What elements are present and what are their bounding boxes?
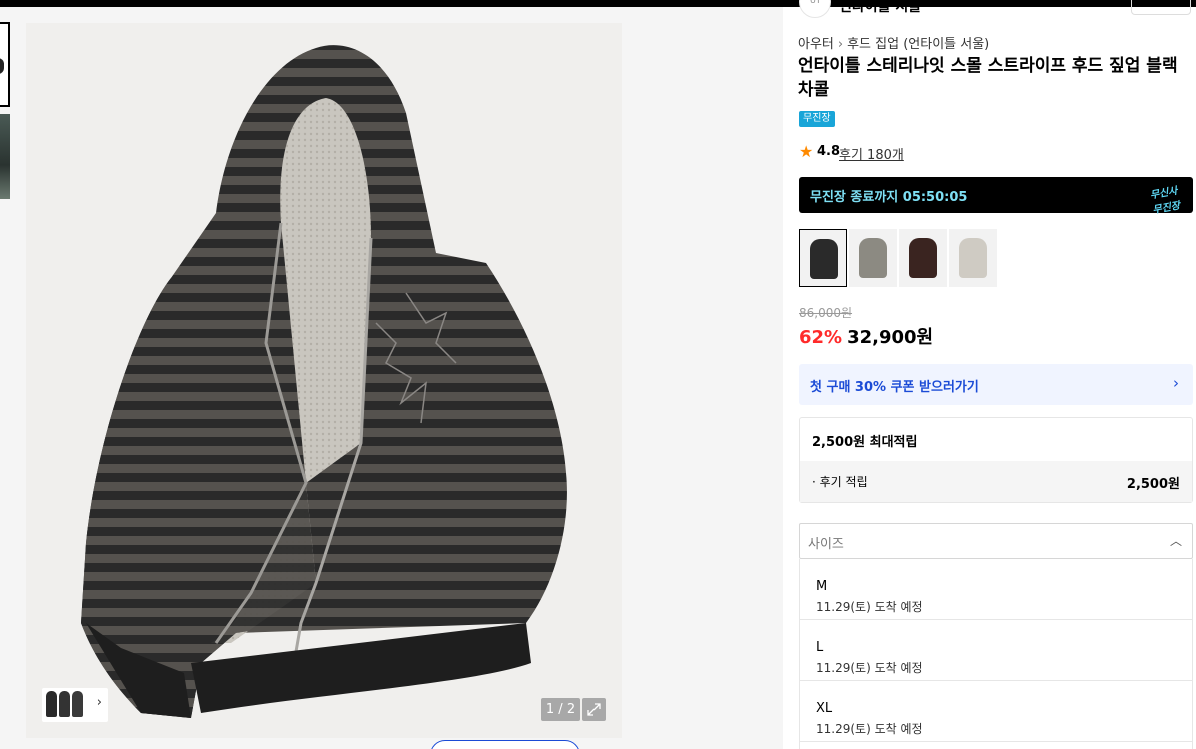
size-option[interactable]: XL 11.29(토) 도착 예정 [800, 681, 1192, 742]
size-select-placeholder: 사이즈 [808, 537, 844, 552]
chevron-up-icon: ︿ [1169, 534, 1182, 548]
size-option[interactable]: M 11.29(토) 도착 예정 [800, 559, 1192, 620]
breadcrumb-item[interactable]: 후드 집업 (언타이틀 서울) [847, 37, 989, 52]
brand-name[interactable]: 언타이틀 서울 [839, 0, 921, 16]
image-thumbnail-strip[interactable]: › [42, 688, 108, 722]
swatch-gray[interactable] [849, 229, 897, 287]
points-value: 2,500원 [1126, 477, 1180, 492]
reviews-link[interactable]: 후기 180개 [839, 144, 904, 163]
discount-rate: 62% [799, 327, 843, 348]
points-header: 2,500원 최대적립 [812, 435, 918, 450]
original-price: 86,000원 [799, 306, 853, 320]
swatch-ivory[interactable] [949, 229, 997, 287]
points-label: · 후기 적립 [812, 475, 868, 489]
product-title: 언타이틀 스테리나잇 스몰 스트라이프 후드 짚업 블랙 차콜 [798, 56, 1178, 100]
main-product-image[interactable] [26, 23, 622, 738]
chevron-right-icon[interactable]: › [97, 695, 102, 710]
breadcrumb-item[interactable]: 아우터 [798, 37, 834, 52]
event-logo: 무신사 무진장 [1149, 185, 1182, 217]
points-row: · 후기 적립 2,500원 [800, 461, 1192, 502]
swatch-black-charcoal[interactable] [799, 229, 847, 287]
bottom-action-button[interactable] [430, 740, 580, 749]
price-row: 62% 32,900원 [799, 323, 933, 349]
image-counter: 1 / 2 [541, 698, 580, 721]
brand-row: UT 언타이틀 서울 ♡ 4.5만 [799, 0, 1193, 20]
expand-icon[interactable] [582, 698, 606, 721]
size-option[interactable]: L 11.29(토) 도착 예정 [800, 620, 1192, 681]
coupon-text: 첫 구매 30% 쿠폰 받으러가기 [810, 380, 979, 395]
size-select[interactable]: 사이즈 ︿ [799, 523, 1193, 559]
brand-logo[interactable]: UT [799, 0, 831, 18]
rating-score: 4.8 [817, 144, 841, 159]
like-button[interactable]: ♡ 4.5만 [1131, 0, 1191, 15]
chevron-right-icon: › [837, 37, 844, 52]
size-option-list: M 11.29(토) 도착 예정 L 11.29(토) 도착 예정 XL 11.… [799, 559, 1193, 749]
promo-badge: 무진장 [799, 111, 835, 127]
points-box: 2,500원 최대적립 · 후기 적립 2,500원 [799, 417, 1193, 503]
chevron-right-icon: › [1173, 374, 1179, 392]
sale-timer-banner: 무진장 종료까지 05:50:05 무신사 무진장 [799, 177, 1193, 217]
thumbnail-1[interactable] [0, 22, 10, 107]
heart-icon: ♡ [1140, 0, 1151, 9]
timer-text: 무진장 종료까지 05:50:05 [810, 190, 968, 205]
star-icon: ★ [799, 142, 814, 161]
sale-price: 32,900원 [847, 327, 934, 348]
coupon-banner[interactable]: 첫 구매 30% 쿠폰 받으러가기 › [799, 364, 1193, 405]
thumbnail-2[interactable] [0, 114, 10, 199]
swatch-brown[interactable] [899, 229, 947, 287]
breadcrumb: 아우터 › 후드 집업 (언타이틀 서울) [798, 33, 989, 52]
